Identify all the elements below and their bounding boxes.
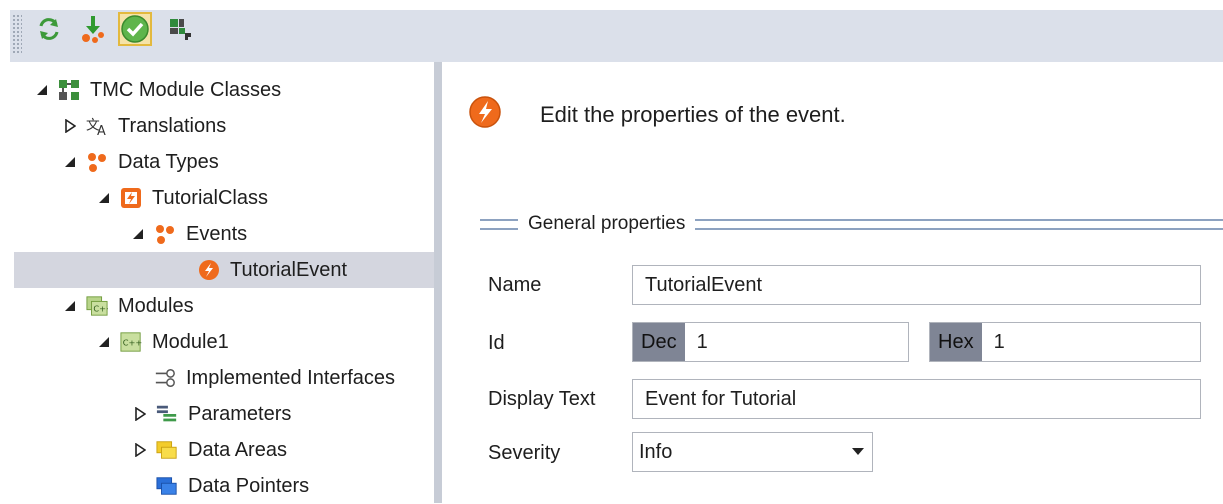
plugin-button[interactable] <box>164 12 198 46</box>
collapsed-triangle-icon[interactable] <box>132 442 148 458</box>
tree-item-label: Data Types <box>118 150 219 173</box>
expanded-triangle-icon[interactable] <box>96 190 112 206</box>
severity-value: Info <box>639 440 673 463</box>
event-icon <box>468 95 502 134</box>
panel-splitter[interactable] <box>434 62 442 503</box>
hex-value: 1 <box>993 330 1005 353</box>
tree-item-module1[interactable]: C++ Module1 <box>96 324 229 360</box>
data-areas-icon <box>156 439 178 461</box>
tree-item-tutorialclass[interactable]: TutorialClass <box>96 180 268 216</box>
tree-item-parameters[interactable]: Parameters <box>132 396 291 432</box>
severity-label: Severity <box>488 442 561 464</box>
svg-text:C++: C++ <box>93 304 108 314</box>
parameters-icon <box>156 403 178 425</box>
display-text-field[interactable]: Event for Tutorial <box>632 379 1201 419</box>
chevron-down-icon[interactable] <box>844 448 872 456</box>
tree-item-label: TutorialClass <box>152 186 268 209</box>
expanded-triangle-icon[interactable] <box>130 226 146 242</box>
tree-item-translations[interactable]: 文 A Translations <box>62 108 226 144</box>
import-button[interactable] <box>76 12 110 46</box>
svg-text:A: A <box>97 124 106 137</box>
expanded-triangle-icon[interactable] <box>34 82 50 98</box>
name-field[interactable]: TutorialEvent <box>632 265 1201 305</box>
tree-item-label: TutorialEvent <box>230 258 348 281</box>
editor-header: Edit the properties of the event. <box>540 102 846 127</box>
event-icon <box>198 259 220 281</box>
tree-item-data-pointers[interactable]: Data Pointers <box>156 468 309 504</box>
tree-item-events[interactable]: Events <box>130 216 247 252</box>
tree-item-modules[interactable]: C++ Modules <box>62 288 194 324</box>
expanded-triangle-icon[interactable] <box>62 154 78 170</box>
name-label: Name <box>488 274 542 296</box>
expanded-triangle-icon[interactable] <box>62 298 78 314</box>
id-hex-field[interactable]: Hex 1 <box>929 322 1201 362</box>
tree-item-label: Implemented Interfaces <box>186 366 395 389</box>
tree-item-label: TMC Module Classes <box>90 78 282 101</box>
import-icon <box>82 16 104 43</box>
refresh-icon <box>39 18 59 40</box>
dec-value: 1 <box>696 330 708 353</box>
data-types-icon <box>86 151 108 173</box>
interfaces-icon <box>154 367 176 389</box>
id-label: Id <box>488 332 505 354</box>
event-class-icon <box>120 187 142 209</box>
id-dec-field[interactable]: Dec 1 <box>632 322 909 362</box>
modules-icon: C++ <box>86 295 108 317</box>
expanded-triangle-icon[interactable] <box>96 334 112 350</box>
collapsed-triangle-icon[interactable] <box>62 118 78 134</box>
toolbar-grip[interactable] <box>12 14 22 54</box>
check-icon <box>121 15 149 43</box>
module-classes-icon <box>58 79 80 101</box>
tree-item-data-areas[interactable]: Data Areas <box>132 432 287 468</box>
events-icon <box>154 223 176 245</box>
event-editor-panel: Edit the properties of the event. Genera… <box>442 62 1223 503</box>
check-button[interactable] <box>118 12 152 46</box>
tree-item-label: Modules <box>118 294 194 317</box>
display-text-label: Display Text <box>488 388 596 410</box>
tree-item-tutorialevent[interactable]: TutorialEvent <box>14 252 434 288</box>
tree-item-tmc-module-classes[interactable]: TMC Module Classes <box>34 72 281 108</box>
data-pointers-icon <box>156 475 178 497</box>
settings-plugin-icon <box>170 19 191 40</box>
tree-item-label: Data Pointers <box>188 474 310 497</box>
group-title: General properties <box>528 213 686 234</box>
hex-prefix: Hex <box>930 323 982 361</box>
module-icon: C++ <box>120 331 142 353</box>
tree-item-label: Parameters <box>188 402 292 425</box>
tree-item-label: Module1 <box>152 330 229 353</box>
tree-item-label: Events <box>186 222 248 245</box>
tree-item-data-types[interactable]: Data Types <box>62 144 219 180</box>
svg-text:C++: C++ <box>123 338 142 348</box>
refresh-button[interactable] <box>32 12 66 46</box>
name-value: TutorialEvent <box>645 273 763 296</box>
group-divider <box>480 218 518 230</box>
tree-item-label: Translations <box>118 114 227 137</box>
group-divider <box>695 218 1223 230</box>
severity-dropdown[interactable]: Info <box>632 432 873 472</box>
collapsed-triangle-icon[interactable] <box>132 406 148 422</box>
toolbar <box>0 0 1223 62</box>
translations-icon: 文 A <box>86 115 108 137</box>
general-properties-group-header: General properties <box>480 210 1223 238</box>
tree-panel: TMC Module Classes 文 A Translations Data… <box>0 62 434 503</box>
tree-item-implemented-interfaces[interactable]: Implemented Interfaces <box>154 360 395 396</box>
display-text-value: Event for Tutorial <box>645 387 797 410</box>
tree-item-label: Data Areas <box>188 438 287 461</box>
dec-prefix: Dec <box>633 323 685 361</box>
